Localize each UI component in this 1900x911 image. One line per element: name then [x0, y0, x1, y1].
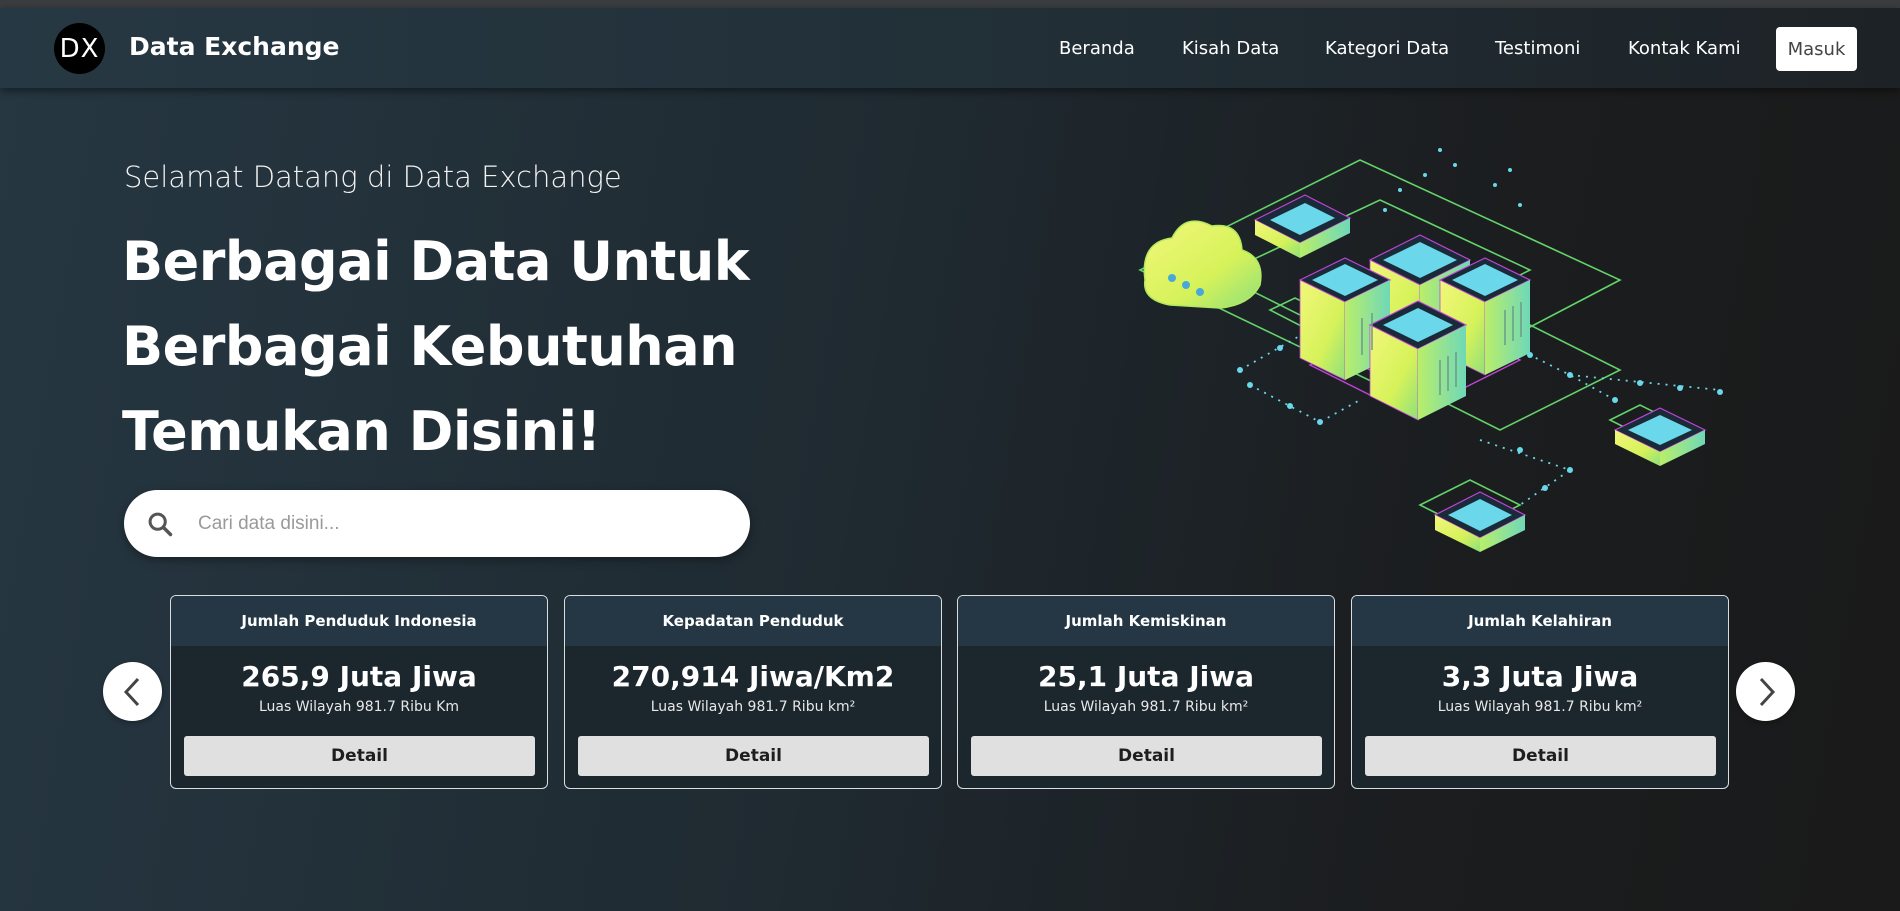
carousel-prev-button[interactable] — [103, 662, 162, 721]
stat-card-births: Jumlah Kelahiran 3,3 Juta Jiwa Luas Wila… — [1351, 595, 1729, 789]
search-bar — [124, 490, 750, 557]
stat-card-title: Jumlah Kemiskinan — [958, 596, 1334, 646]
stat-card-subtitle: Luas Wilayah 981.7 Ribu km² — [1043, 699, 1249, 715]
detail-button[interactable]: Detail — [184, 736, 535, 776]
brand-name[interactable]: Data Exchange — [129, 32, 340, 61]
nav-link-kategori-data[interactable]: Kategori Data — [1325, 38, 1449, 59]
headline-line-3: Temukan Disini! — [122, 400, 601, 463]
login-button[interactable]: Masuk — [1776, 27, 1857, 71]
nav-link-kontak-kami[interactable]: Kontak Kami — [1628, 38, 1741, 59]
chevron-left-icon — [123, 677, 139, 706]
stat-card-subtitle: Luas Wilayah 981.7 Ribu Km — [258, 699, 459, 715]
headline-line-2: Berbagai Kebutuhan — [122, 315, 738, 378]
nav-link-testimoni[interactable]: Testimoni — [1495, 38, 1580, 59]
chevron-right-icon — [1759, 677, 1775, 706]
stat-card-value: 3,3 Juta Jiwa — [1441, 660, 1639, 693]
stat-card-title: Jumlah Kelahiran — [1352, 596, 1728, 646]
stat-card-density: Kepadatan Penduduk 270,914 Jiwa/Km2 Luas… — [564, 595, 942, 789]
nav-link-kisah-data[interactable]: Kisah Data — [1182, 38, 1279, 59]
detail-button[interactable]: Detail — [578, 736, 929, 776]
stat-card-value: 270,914 Jiwa/Km2 — [611, 660, 895, 693]
window-top-strip — [0, 0, 1900, 8]
navbar: DX Data Exchange Beranda Kisah Data Kate… — [0, 8, 1900, 88]
logo[interactable]: DX — [54, 23, 105, 74]
search-icon[interactable] — [146, 510, 174, 538]
search-input[interactable] — [198, 504, 718, 544]
headline-line-1: Berbagai Data Untuk — [122, 230, 750, 293]
detail-button[interactable]: Detail — [1365, 736, 1716, 776]
stat-card-value: 265,9 Juta Jiwa — [241, 660, 477, 693]
stat-card-title: Kepadatan Penduduk — [565, 596, 941, 646]
stat-card-subtitle: Luas Wilayah 981.7 Ribu km² — [1437, 699, 1643, 715]
stat-card-subtitle: Luas Wilayah 981.7 Ribu km² — [650, 699, 856, 715]
stat-card-population: Jumlah Penduduk Indonesia 265,9 Juta Jiw… — [170, 595, 548, 789]
welcome-text: Selamat Datang di Data Exchange — [124, 160, 622, 194]
nav-link-beranda[interactable]: Beranda — [1059, 38, 1135, 59]
detail-button[interactable]: Detail — [971, 736, 1322, 776]
stat-card-value: 25,1 Juta Jiwa — [1038, 660, 1254, 693]
carousel-next-button[interactable] — [1736, 662, 1795, 721]
stat-card-poverty: Jumlah Kemiskinan 25,1 Juta Jiwa Luas Wi… — [957, 595, 1335, 789]
data-network-illustration — [1138, 148, 1723, 552]
stat-card-title: Jumlah Penduduk Indonesia — [171, 596, 547, 646]
